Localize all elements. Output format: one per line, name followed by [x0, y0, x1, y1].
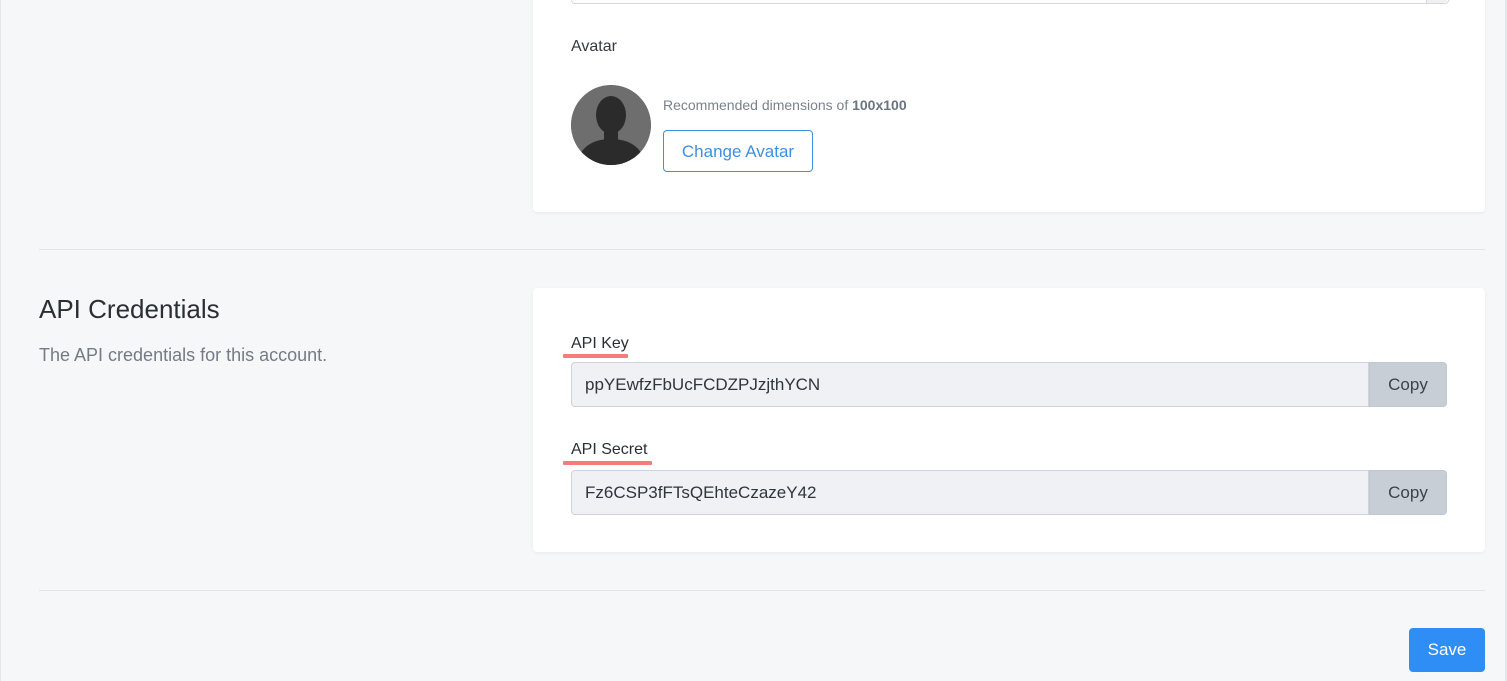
- copy-api-secret-button[interactable]: Copy: [1369, 470, 1447, 515]
- api-key-input-group: ppYEwfzFbUcFCDZPJzjthYCN Copy: [571, 362, 1447, 407]
- recommendation-dimensions: 100x100: [852, 97, 907, 113]
- api-secret-label: API Secret: [571, 441, 648, 458]
- previous-field-input[interactable]: [571, 0, 1449, 4]
- api-key-annotation-underline: [563, 354, 628, 358]
- page-left-border: [0, 0, 1, 681]
- api-credentials-description: The API credentials for this account.: [39, 345, 328, 365]
- user-silhouette-icon: [571, 85, 651, 165]
- section-divider: [39, 249, 1485, 250]
- api-credentials-title: API Credentials: [39, 294, 220, 324]
- api-secret-field[interactable]: Fz6CSP3fFTsQEhteCzazeY42: [571, 470, 1369, 515]
- avatar-label: Avatar: [571, 38, 617, 55]
- section-divider-bottom: [39, 590, 1485, 591]
- previous-field-resize-handle[interactable]: [1426, 0, 1447, 3]
- save-button[interactable]: Save: [1409, 628, 1485, 672]
- profile-card: Avatar Recommended dimensions of 100x100…: [533, 0, 1485, 212]
- recommendation-prefix: Recommended dimensions of: [663, 97, 853, 113]
- api-key-label: API Key: [571, 335, 629, 352]
- api-key-field[interactable]: ppYEwfzFbUcFCDZPJzjthYCN: [571, 362, 1369, 407]
- copy-api-key-button[interactable]: Copy: [1369, 362, 1447, 407]
- api-secret-input-group: Fz6CSP3fFTsQEhteCzazeY42 Copy: [571, 470, 1447, 515]
- api-secret-annotation-underline: [563, 461, 652, 465]
- avatar: [571, 85, 651, 165]
- change-avatar-button[interactable]: Change Avatar: [663, 130, 813, 172]
- avatar-recommendation: Recommended dimensions of 100x100: [663, 97, 907, 113]
- api-credentials-card: API Key ppYEwfzFbUcFCDZPJzjthYCN Copy AP…: [533, 288, 1485, 552]
